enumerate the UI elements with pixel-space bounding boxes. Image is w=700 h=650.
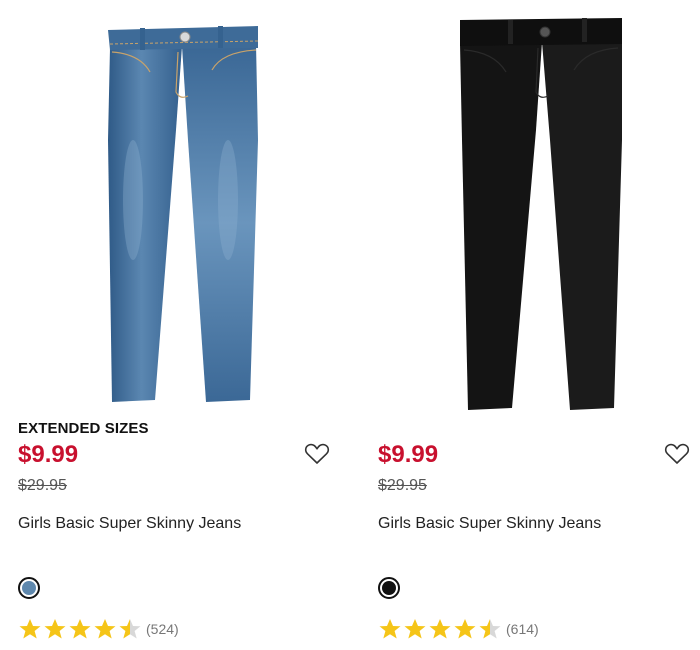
product-image-black-jeans[interactable] [360, 0, 690, 420]
original-price: $29.95 [378, 477, 427, 494]
product-name-link[interactable]: Girls Basic Super Skinny Jeans [18, 515, 241, 533]
star-rating[interactable]: (524) [18, 618, 179, 640]
wishlist-button[interactable] [304, 442, 330, 466]
product-card: EXTENDED SIZES $9.99 $29.95 Girls Basic … [0, 0, 330, 650]
heart-outline-icon [304, 443, 330, 464]
rating-stars [378, 618, 503, 640]
star-icon [19, 619, 41, 639]
sale-price: $9.99 [18, 441, 79, 468]
half-star-icon [479, 619, 501, 639]
swatch-color-dot [22, 581, 36, 595]
swatch-color-dot [382, 581, 396, 595]
star-icon [379, 619, 401, 639]
rating-stars [18, 618, 143, 640]
star-icon [429, 619, 451, 639]
star-icon [69, 619, 91, 639]
half-star-icon [119, 619, 141, 639]
heart-outline-icon [664, 443, 690, 464]
star-rating[interactable]: (614) [378, 618, 539, 640]
star-icon [454, 619, 476, 639]
product-image-denim-jeans[interactable] [0, 0, 330, 420]
sale-price: $9.99 [378, 441, 439, 468]
color-swatch[interactable] [378, 577, 400, 599]
product-badge: EXTENDED SIZES [18, 420, 149, 437]
star-icon [44, 619, 66, 639]
review-count: (614) [506, 621, 539, 637]
original-price: $29.95 [18, 477, 67, 494]
product-card: $9.99 $29.95 Girls Basic Super Skinny Je… [360, 0, 690, 650]
star-icon [94, 619, 116, 639]
product-name-link[interactable]: Girls Basic Super Skinny Jeans [378, 515, 601, 533]
review-count: (524) [146, 621, 179, 637]
product-grid: EXTENDED SIZES $9.99 $29.95 Girls Basic … [0, 0, 700, 650]
wishlist-button[interactable] [664, 442, 690, 466]
color-swatch[interactable] [18, 577, 40, 599]
star-icon [404, 619, 426, 639]
